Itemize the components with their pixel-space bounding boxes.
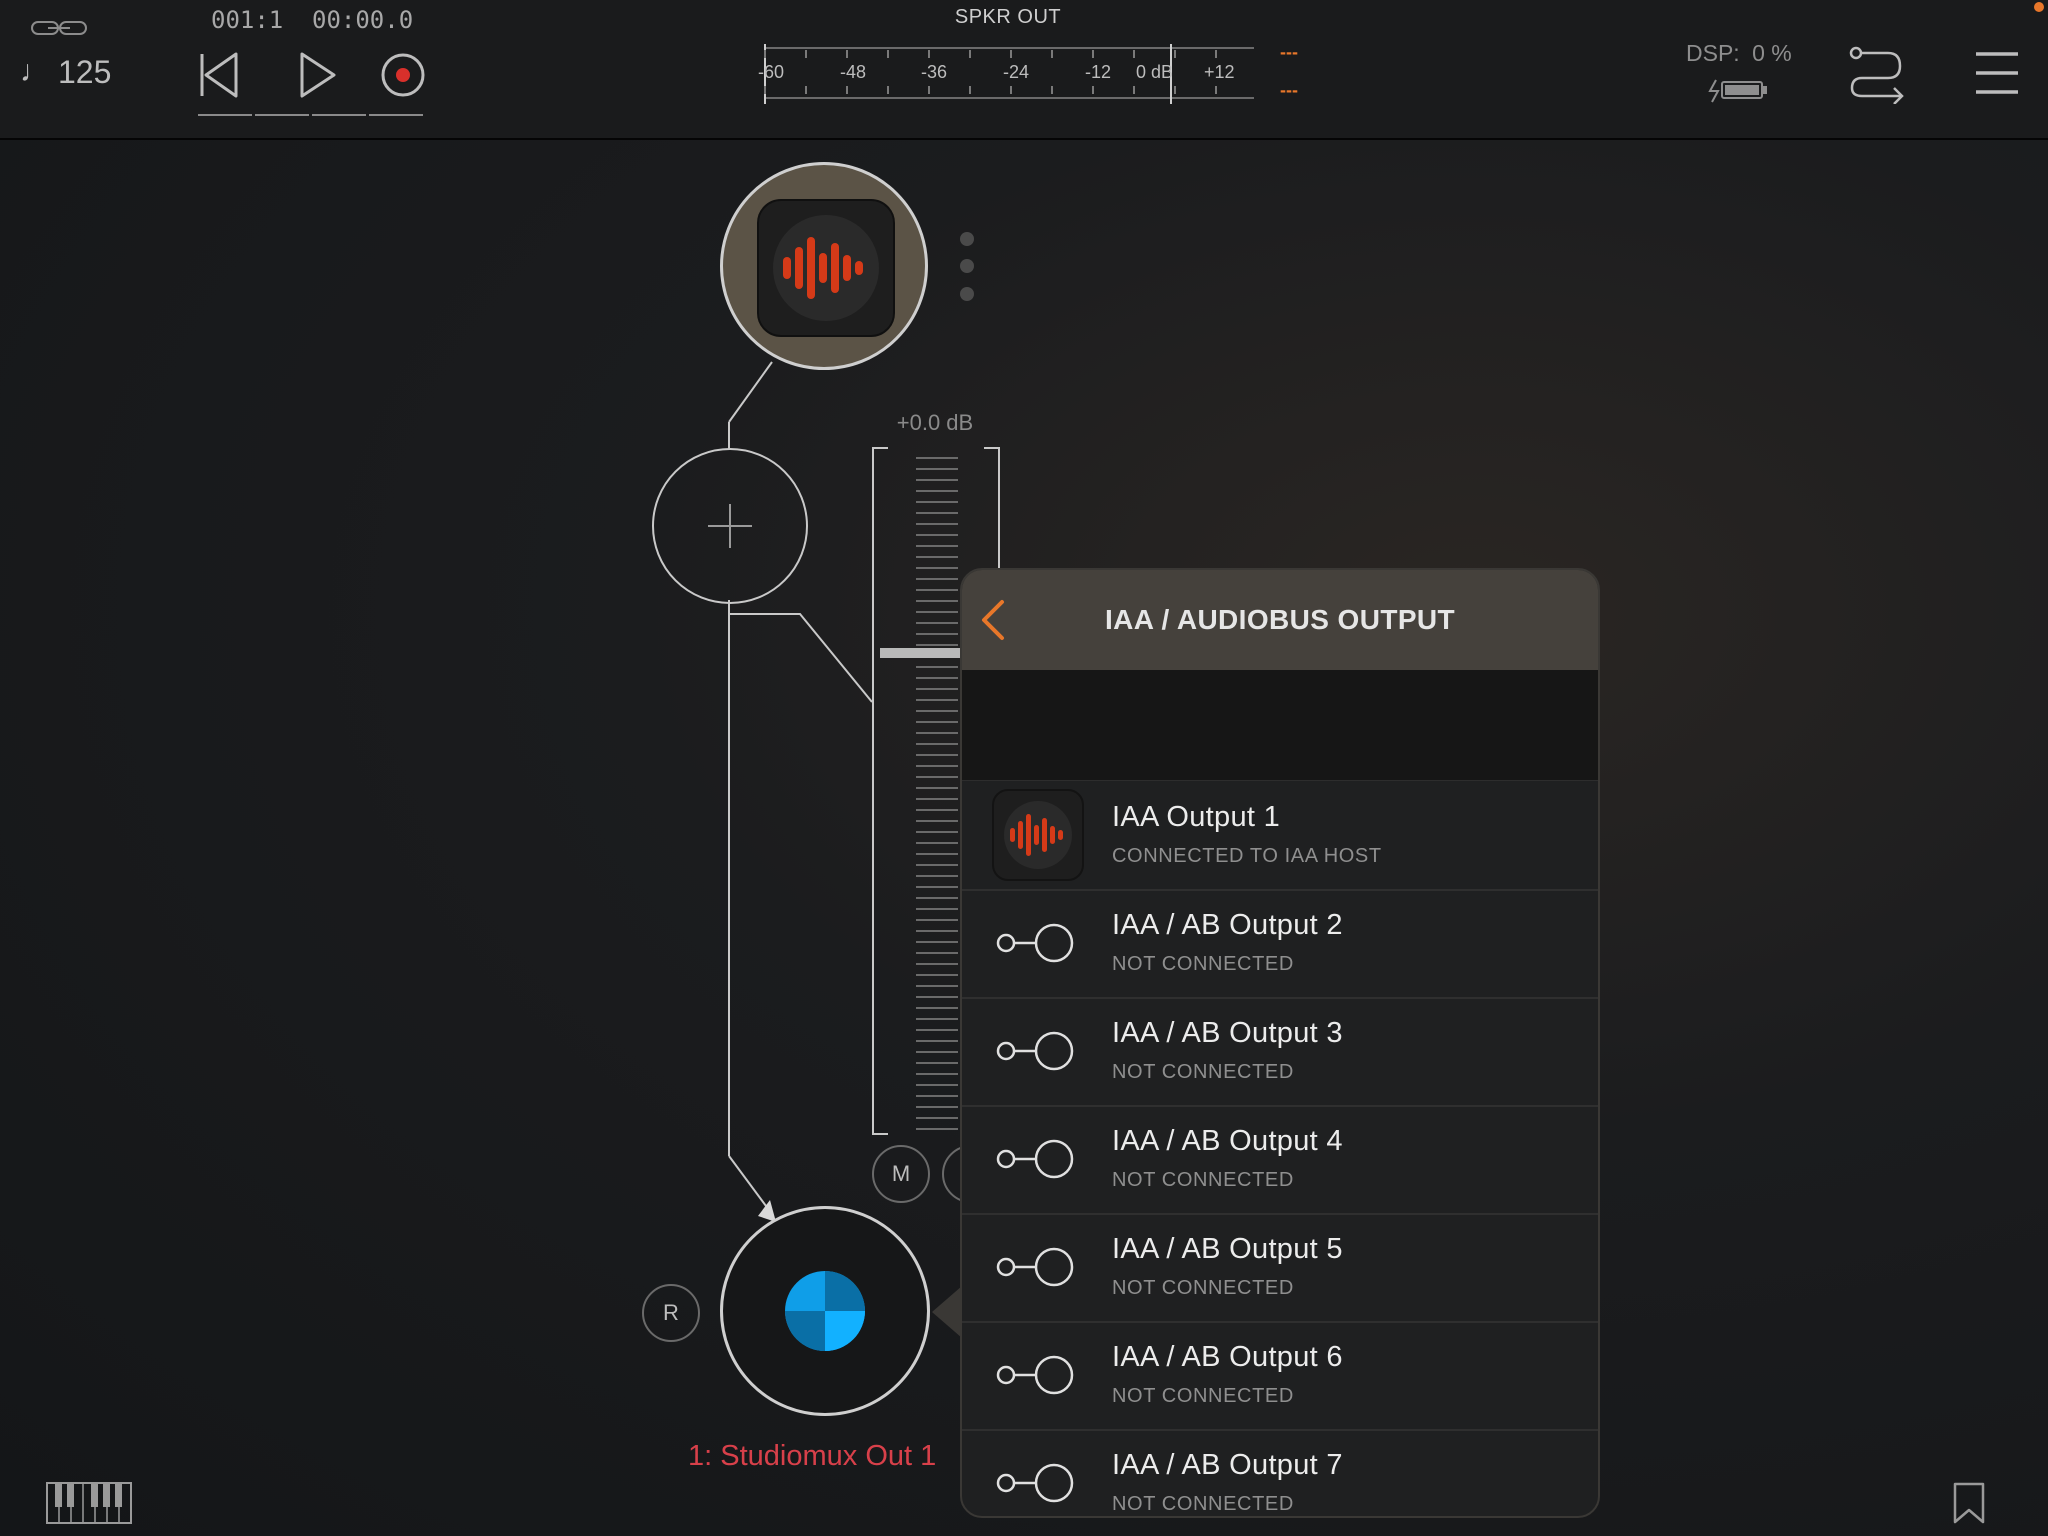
bar-position: 001:1 bbox=[211, 6, 284, 34]
output-status: NOT CONNECTED bbox=[1112, 1493, 1294, 1515]
fader-scale bbox=[916, 448, 958, 1134]
source-app-node[interactable] bbox=[720, 162, 928, 370]
gain-readout: +0.0 dB bbox=[896, 410, 974, 435]
output-row[interactable]: IAA / AB Output 7 NOT CONNECTED bbox=[962, 1429, 1598, 1516]
output-status: NOT CONNECTED bbox=[1112, 1385, 1294, 1407]
output-meter: -60 -48 -36 -24 -12 0 dB +12 bbox=[758, 44, 1254, 106]
routing-icon[interactable] bbox=[1848, 44, 1908, 104]
output-row[interactable]: IAA / AB Output 3 NOT CONNECTED bbox=[962, 997, 1598, 1107]
tempo-display[interactable]: ♩ 125 bbox=[20, 52, 111, 92]
meter-tick-label: -12 bbox=[1085, 62, 1112, 82]
output-row[interactable]: IAA / AB Output 4 NOT CONNECTED bbox=[962, 1105, 1598, 1215]
bookmark-icon[interactable] bbox=[1952, 1482, 1986, 1524]
output-title: IAA / AB Output 3 bbox=[1112, 1017, 1343, 1049]
dsp-value: 0 % bbox=[1752, 40, 1792, 66]
rewind-icon[interactable] bbox=[196, 50, 242, 100]
output-status: NOT CONNECTED bbox=[1112, 1169, 1294, 1191]
battery-icon bbox=[1708, 79, 1767, 103]
dsp-label: DSP: bbox=[1686, 40, 1740, 66]
popover-arrow bbox=[932, 1286, 962, 1338]
tempo-value: 125 bbox=[58, 53, 112, 90]
output-node-label: 1: Studiomux Out 1 bbox=[688, 1440, 937, 1472]
link-icon[interactable] bbox=[30, 18, 90, 38]
record-arm-button[interactable]: R bbox=[642, 1284, 700, 1342]
connection-icon bbox=[996, 1355, 1074, 1395]
panel-title: IAA / AUDIOBUS OUTPUT bbox=[1104, 604, 1456, 635]
time-position: 00:00.0 bbox=[312, 6, 414, 34]
mute-label: M bbox=[891, 1161, 911, 1186]
record-icon[interactable] bbox=[378, 50, 428, 100]
connection-icon bbox=[996, 923, 1074, 963]
output-title: IAA / AB Output 6 bbox=[1112, 1341, 1343, 1373]
output-title: IAA Output 1 bbox=[1112, 801, 1281, 833]
meter-title: SPKR OUT bbox=[954, 6, 1062, 28]
output-row[interactable]: IAA / AB Output 6 NOT CONNECTED bbox=[962, 1321, 1598, 1431]
app-waveform-icon bbox=[1010, 814, 1063, 856]
dsp-readout: DSP: 0 % bbox=[1686, 40, 1792, 67]
meter-tick-label: -24 bbox=[1003, 62, 1030, 82]
output-row[interactable]: IAA / AB Output 2 NOT CONNECTED bbox=[962, 889, 1598, 999]
peak-indicator-right: --- bbox=[1280, 80, 1298, 100]
node-options-dot[interactable] bbox=[960, 232, 974, 246]
menu-icon[interactable] bbox=[1974, 50, 2020, 96]
output-status: NOT CONNECTED bbox=[1112, 1061, 1294, 1083]
iaa-output-panel: IAA / AUDIOBUS OUTPUT IAA Output 1 CONNE… bbox=[960, 568, 1600, 1518]
top-bar: ♩ 125 001:1 00:00.0 SPKR OUT -60 -48 -36… bbox=[0, 0, 2048, 140]
transport-divider bbox=[198, 114, 426, 116]
studiomux-icon bbox=[785, 1271, 865, 1351]
connection-icon bbox=[996, 1139, 1074, 1179]
app-icon-tile bbox=[992, 789, 1084, 881]
output-row[interactable]: IAA / AB Output 5 NOT CONNECTED bbox=[962, 1213, 1598, 1323]
mute-button[interactable]: M bbox=[872, 1145, 930, 1203]
meter-tick-label: -48 bbox=[840, 62, 867, 82]
panel-header: IAA / AUDIOBUS OUTPUT bbox=[962, 570, 1598, 670]
meter-tick-label: +12 bbox=[1204, 62, 1235, 82]
app-icon-tile bbox=[757, 199, 895, 337]
output-title: IAA / AB Output 5 bbox=[1112, 1233, 1343, 1265]
panel-spacer bbox=[962, 670, 1598, 781]
output-status: CONNECTED TO IAA HOST bbox=[1112, 845, 1382, 867]
app-waveform-icon bbox=[783, 237, 863, 299]
output-title: IAA / AB Output 7 bbox=[1112, 1449, 1343, 1481]
connection-icon bbox=[996, 1031, 1074, 1071]
peak-indicator-left: --- bbox=[1280, 42, 1298, 62]
meter-tick-label: 0 dB bbox=[1136, 62, 1174, 82]
connection-icon bbox=[996, 1463, 1074, 1503]
plus-icon bbox=[708, 504, 752, 548]
output-status: NOT CONNECTED bbox=[1112, 1277, 1294, 1299]
output-title: IAA / AB Output 2 bbox=[1112, 909, 1343, 941]
output-row[interactable]: IAA Output 1 CONNECTED TO IAA HOST bbox=[962, 781, 1598, 891]
meter-tick-label: -60 bbox=[758, 62, 785, 82]
output-node[interactable] bbox=[720, 1206, 930, 1416]
node-options-dot[interactable] bbox=[960, 287, 974, 301]
add-node-button[interactable] bbox=[652, 448, 808, 604]
record-arm-label: R bbox=[663, 1300, 679, 1325]
node-options-dot[interactable] bbox=[960, 259, 974, 273]
keyboard-icon[interactable] bbox=[46, 1482, 132, 1524]
output-title: IAA / AB Output 4 bbox=[1112, 1125, 1343, 1157]
play-icon[interactable] bbox=[296, 50, 342, 100]
output-status: NOT CONNECTED bbox=[1112, 953, 1294, 975]
connection-icon bbox=[996, 1247, 1074, 1287]
note-icon: ♩ bbox=[20, 55, 50, 88]
notification-dot bbox=[2034, 2, 2044, 12]
meter-tick-label: -36 bbox=[921, 62, 948, 82]
